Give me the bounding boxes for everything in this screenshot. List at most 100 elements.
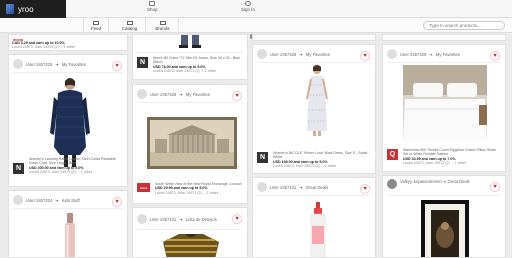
heart-icon[interactable]: ♥ [112, 197, 122, 207]
product-card[interactable] [382, 34, 506, 41]
product-info: Women's NICOLE 'Winter Love' Maxi Dress,… [273, 151, 371, 168]
heart-icon[interactable]: ♥ [360, 51, 370, 61]
product-image-coat[interactable] [44, 77, 96, 169]
brands-icon [159, 20, 166, 25]
product-card[interactable]: Valkyy Jayasamtmmm ➜ Great Deals ♥ [382, 175, 506, 258]
product-card[interactable]: User 2457429 ➜ My Favorites ♥ N Women's N… [252, 44, 376, 174]
card-header: User 2457429 ➜ My Favorites [257, 48, 371, 60]
arrow-icon: ➜ [442, 179, 447, 184]
collection-name[interactable]: Kids Stuff [62, 198, 80, 203]
divider [13, 72, 123, 73]
arrow-icon: ➜ [299, 51, 303, 57]
product-image-print[interactable] [147, 117, 237, 169]
shop-icon [149, 1, 156, 6]
collection-name[interactable]: My Favorites [62, 62, 86, 67]
card-header: User 2457425 ➜ My Favorites [13, 58, 123, 70]
divider [257, 62, 371, 63]
product-meta: Loved 24573, User 24573 (2) ... 1 other [403, 160, 466, 165]
product-card[interactable]: N Men's Ifill Chirm 'T1 Slim Fit Jeans, … [132, 34, 248, 80]
heart-icon[interactable]: ♥ [360, 184, 370, 194]
product-image-bedding[interactable] [403, 65, 487, 141]
feed-icon [93, 20, 99, 25]
store-logo: Q [387, 149, 398, 160]
product-card[interactable]: User 2457101 ➜ Great Deals ♥ [252, 177, 376, 258]
top-bar: yroo Shop Sign In [0, 0, 512, 18]
divider [13, 208, 123, 209]
tab-feed-label: Feed [90, 25, 102, 31]
product-card[interactable]: User 2457425 ➜ My Favorites ♥ N Women's L… [8, 54, 128, 187]
product-image-lotion[interactable] [308, 202, 328, 258]
brand-name: yroo [18, 4, 34, 14]
product-image-lipgloss[interactable] [61, 213, 79, 258]
product-meta: Loved 24573, User 24573 (2) ... 1 other [153, 68, 216, 73]
heart-icon[interactable]: ♥ [232, 214, 242, 224]
user-name[interactable]: User 2457429 [270, 52, 296, 57]
product-title: Wamsutta 500 Thread Count Egyptian Cotto… [403, 148, 497, 157]
collection-name[interactable]: Lista de Desejos [186, 217, 217, 222]
tab-brands[interactable]: Brands [147, 18, 179, 33]
product-card[interactable]: User 2457429 ➜ My Favorites ♥ Q Wamsutta … [382, 44, 506, 172]
user-icon [245, 1, 251, 6]
divider [387, 62, 501, 63]
product-card[interactable]: ●kaia CAD 3.29 and earn up to 10.0% Love… [8, 34, 128, 51]
collection-name[interactable]: Great Deals [447, 179, 469, 184]
avatar [257, 182, 267, 192]
product-title: Women's NICOLE 'Winter Love' Maxi Dress,… [273, 151, 370, 160]
heart-icon[interactable]: ♥ [490, 182, 500, 192]
user-name[interactable]: User 2457429 [150, 92, 176, 97]
avatar [257, 49, 267, 59]
avatar [13, 195, 23, 205]
divider [257, 195, 371, 196]
collection-name[interactable]: My Favorites [306, 52, 330, 57]
tab-feed[interactable]: Feed [83, 18, 109, 33]
product-card[interactable]: User 2457101 ➜ Lista de Desejos ♥ [132, 207, 248, 258]
heart-icon[interactable]: ♥ [490, 51, 500, 61]
store-logo: N [13, 163, 24, 174]
nav-shop[interactable]: Shop [147, 1, 158, 12]
card-header: User 2457101 ➜ Lista de Desejos [137, 211, 243, 227]
card-header: User 2457429 ➜ My Favorites [387, 48, 501, 60]
tab-catalog[interactable]: Catalog [114, 18, 146, 33]
collection-name[interactable]: My Favorites [186, 92, 210, 97]
collection-name[interactable]: Great Deals [306, 185, 328, 190]
heart-icon[interactable]: ♥ [112, 61, 122, 71]
divider [137, 102, 243, 103]
card-header: User 2457429 ➜ My Favorites [137, 88, 243, 100]
product-card[interactable]: User 2457429 ➜ My Favorites ♥ store South… [132, 84, 248, 204]
divider [387, 195, 501, 196]
divider [137, 52, 243, 53]
product-title: Women's Laundry Ralph Lauren Steel Colla… [29, 157, 116, 166]
tab-catalog-label: Catalog [121, 25, 138, 31]
arrow-icon: ➜ [299, 184, 303, 190]
user-name[interactable]: Valkyy Jayasamtmmm [400, 179, 442, 184]
product-card[interactable] [252, 34, 376, 41]
arrow-icon: ➜ [55, 61, 59, 67]
search-input[interactable] [423, 21, 505, 30]
heart-icon[interactable]: ♥ [232, 91, 242, 101]
user-name[interactable]: User 2457425 [26, 62, 52, 67]
product-card[interactable]: User 2457424 ➜ Kids Stuff ♥ [8, 190, 128, 258]
divider [137, 229, 243, 230]
arrow-icon: ➜ [429, 51, 433, 57]
user-name[interactable]: User 2457429 [400, 52, 426, 57]
product-meta: Loved 24573, User 24573 (2) ... 1 other [273, 163, 336, 168]
store-logo: N [257, 152, 268, 163]
arrow-icon: ➜ [179, 216, 183, 222]
user-name[interactable]: User 2457424 [26, 198, 52, 203]
product-meta: Loved 24573, User 24573 (2) ... 1 other [155, 190, 218, 195]
product-info: Men's Ifill Chirm 'T1 Slim Fit Jeans, Si… [153, 56, 243, 73]
product-info: Wamsutta 500 Thread Count Egyptian Cotto… [403, 148, 501, 165]
avatar [137, 89, 147, 99]
user-name[interactable]: User 2457101 [150, 217, 176, 222]
collection-name[interactable]: My Favorites [436, 52, 460, 57]
avatar [387, 49, 397, 59]
product-image-dress[interactable] [303, 65, 331, 137]
nav-sign-in[interactable]: Sign In [241, 1, 255, 12]
brand-logo[interactable]: yroo [0, 0, 66, 18]
product-meta: Loved 24573, User 24573 (2) ... 1 other [12, 45, 75, 50]
product-image-shirt[interactable] [161, 234, 221, 258]
user-name[interactable]: User 2457101 [270, 185, 296, 190]
catalog-icon [126, 20, 133, 25]
product-image-jeans[interactable] [175, 35, 205, 49]
product-image-framed-art[interactable] [421, 200, 469, 258]
